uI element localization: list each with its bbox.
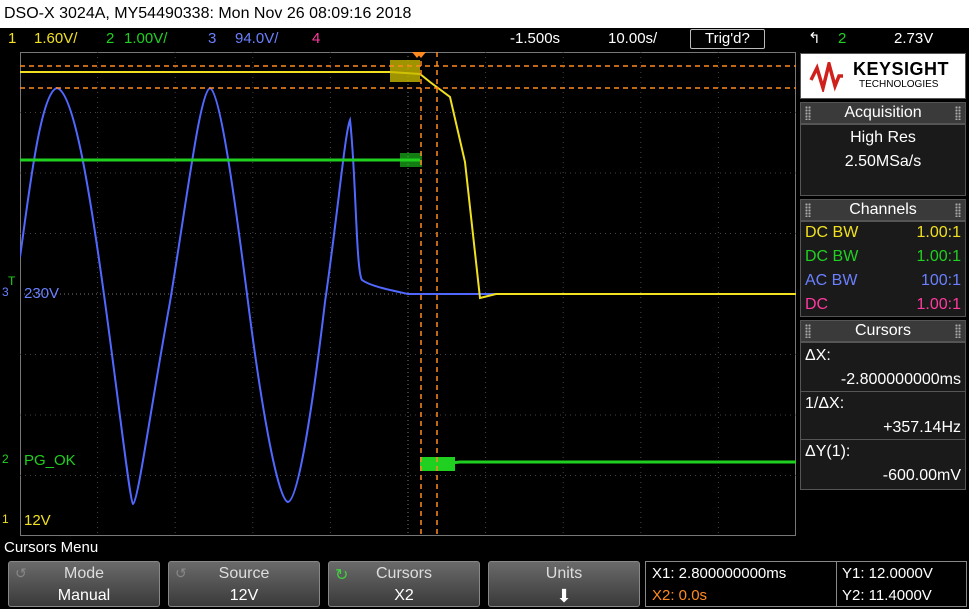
x1-readout: X1: 2.800000000ms <box>652 565 787 582</box>
cursors-softkey[interactable]: ↻ Cursors X2 <box>328 561 480 607</box>
ch2-probe: 1.00:1 <box>916 248 961 265</box>
cursors-header[interactable]: Cursors <box>800 320 966 342</box>
cursors-panel[interactable]: ΔX: -2.800000000ms 1/ΔX: +357.14Hz ΔY(1)… <box>800 342 966 490</box>
submenu-arrow-icon: ⬇ <box>556 586 572 606</box>
ch3-coupling: AC BW <box>805 272 858 289</box>
trigger-status[interactable]: Trig'd? <box>690 29 765 49</box>
ch3-scale[interactable]: 94.0V/ <box>235 28 278 50</box>
ch4-probe: 1.00:1 <box>916 296 961 313</box>
ch1-probe: 1.00:1 <box>916 224 961 241</box>
x2-readout: X2: 0.0s <box>652 587 708 604</box>
divider <box>836 562 837 606</box>
ch3-number[interactable]: 3 <box>208 28 216 50</box>
divider <box>801 391 965 392</box>
units-softkey[interactable]: Units ⬇ <box>488 561 640 607</box>
drag-handle-icon <box>805 324 811 338</box>
ch3-label: 230V <box>24 285 60 302</box>
delta-x-value: -2.800000000ms <box>840 371 961 388</box>
ch1-ground-marker[interactable]: 1 <box>2 512 9 526</box>
inverse-delta-x-label: 1/ΔX: <box>805 395 845 412</box>
delta-y-label: ΔY(1): <box>805 443 851 460</box>
ch2-coupling: DC BW <box>805 248 859 265</box>
y1-readout: Y1: 12.0000V <box>842 565 933 582</box>
brand-sub: TECHNOLOGIES <box>859 79 939 90</box>
ch2-scale[interactable]: 1.00V/ <box>124 28 167 50</box>
status-bar: 1 1.60V/ 2 1.00V/ 3 94.0V/ 4 -1.500s 10.… <box>0 28 969 50</box>
trigger-level-marker: T <box>8 274 16 288</box>
drag-handle-icon <box>805 203 811 217</box>
trigger-source[interactable]: 2 <box>838 28 846 50</box>
keysight-logo-icon <box>809 62 843 92</box>
acquisition-header[interactable]: Acquisition <box>800 102 966 124</box>
drag-handle-icon <box>955 203 961 217</box>
drag-handle-icon <box>955 324 961 338</box>
ch2-noise <box>400 153 422 167</box>
y2-readout: Y2: 11.4000V <box>842 587 932 604</box>
source-softkey[interactable]: ↺ Source 12V <box>168 561 320 607</box>
trigger-slope-icon[interactable]: ↰ <box>808 28 821 50</box>
ch1-coupling: DC BW <box>805 224 859 241</box>
cursor-readout: X1: 2.800000000ms X2: 0.0s Y1: 12.0000V … <box>645 561 967 607</box>
brand-panel: KEYSIGHT TECHNOLOGIES <box>800 53 966 99</box>
drag-handle-icon <box>805 106 811 120</box>
channels-header[interactable]: Channels <box>800 199 966 221</box>
ch1-label: 12V <box>24 512 51 529</box>
menu-title: Cursors Menu <box>4 539 99 556</box>
timebase-scale[interactable]: 10.00s/ <box>608 28 657 50</box>
ch1-noise <box>390 60 420 82</box>
sample-rate: 2.50MSa/s <box>844 153 922 170</box>
trigger-level[interactable]: 2.73V <box>894 28 933 50</box>
waveform-display[interactable] <box>20 52 796 536</box>
ch3-probe: 100:1 <box>920 272 961 289</box>
mode-softkey[interactable]: ↺ Mode Manual <box>8 561 160 607</box>
drag-handle-icon <box>955 106 961 120</box>
ch1-number[interactable]: 1 <box>8 28 16 50</box>
delta-y-value: -600.00mV <box>882 467 961 484</box>
horizontal-delay[interactable]: -1.500s <box>510 28 560 50</box>
ch2-number[interactable]: 2 <box>106 28 114 50</box>
ch2-ground-marker[interactable]: 2 <box>2 452 9 466</box>
ch4-number[interactable]: 4 <box>312 28 320 50</box>
brand-name: KEYSIGHT <box>853 59 950 79</box>
ch4-coupling: DC <box>805 296 829 313</box>
acquisition-panel[interactable]: High Res 2.50MSa/s <box>800 124 966 196</box>
channels-panel[interactable]: DC BW 1.00:1 DC BW 1.00:1 AC BW 100:1 DC… <box>800 221 966 317</box>
ch2-label: PG_OK <box>24 452 76 469</box>
delta-x-label: ΔX: <box>805 347 831 364</box>
acquisition-mode: High Res <box>850 129 916 146</box>
divider <box>801 439 965 440</box>
ch1-scale[interactable]: 1.60V/ <box>34 28 77 50</box>
window-title: DSO-X 3024A, MY54490338: Mon Nov 26 08:0… <box>0 0 969 28</box>
ch3-ground-marker[interactable]: 3 <box>2 285 9 299</box>
inverse-delta-x-value: +357.14Hz <box>883 419 961 436</box>
